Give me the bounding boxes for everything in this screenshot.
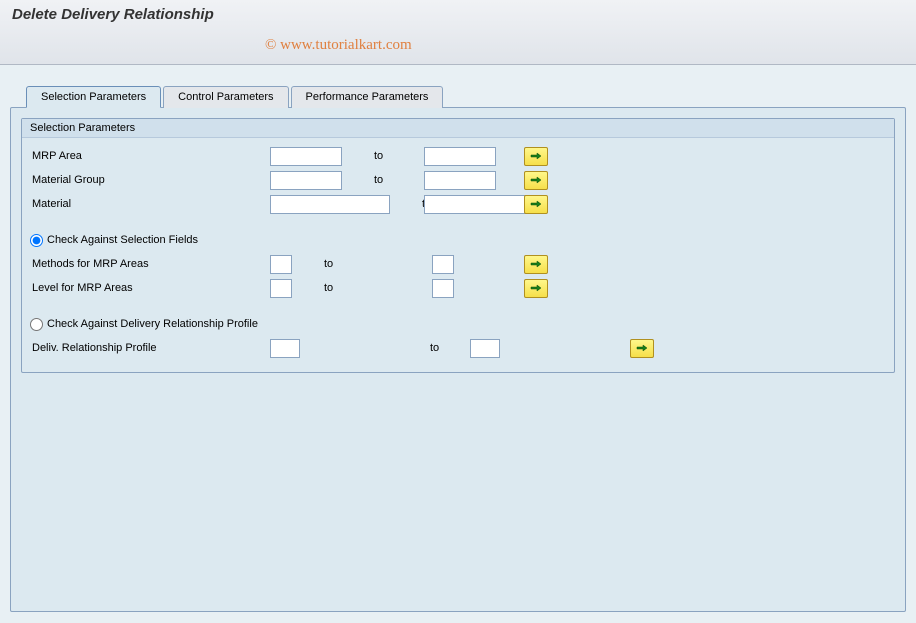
input-material-group-to[interactable]	[424, 171, 496, 190]
multi-select-button[interactable]	[524, 279, 548, 298]
tab-label: Control Parameters	[178, 91, 273, 103]
radio-label: Check Against Selection Fields	[47, 234, 198, 246]
multi-select-button[interactable]	[524, 255, 548, 274]
tab-control-parameters[interactable]: Control Parameters	[163, 86, 288, 108]
radio-check-selection-fields[interactable]: Check Against Selection Fields	[30, 228, 886, 252]
tab-selection-parameters[interactable]: Selection Parameters	[26, 86, 161, 108]
groupbox-body: MRP Area to Material Group to	[22, 138, 894, 372]
page-title: Delete Delivery Relationship	[12, 6, 904, 23]
label-mrp-area: MRP Area	[30, 150, 270, 162]
multi-select-button[interactable]	[524, 195, 548, 214]
radio-delivery-profile-input[interactable]	[30, 318, 43, 331]
multi-select-button[interactable]	[524, 171, 548, 190]
tab-performance-parameters[interactable]: Performance Parameters	[291, 86, 444, 108]
groupbox-selection-parameters: Selection Parameters MRP Area to	[21, 118, 895, 373]
tab-label: Performance Parameters	[306, 91, 429, 103]
tab-page-selection: Selection Parameters MRP Area to	[10, 107, 906, 612]
row-deliv-profile: Deliv. Relationship Profile to	[30, 336, 886, 360]
label-material-group: Material Group	[30, 174, 270, 186]
input-methods-to[interactable]	[432, 255, 454, 274]
multi-select-button[interactable]	[524, 147, 548, 166]
row-material-group: Material Group to	[30, 168, 886, 192]
row-level-mrp: Level for MRP Areas to	[30, 276, 886, 300]
input-methods-from[interactable]	[270, 255, 292, 274]
tab-row: Selection Parameters Control Parameters …	[26, 85, 906, 107]
arrow-right-icon	[530, 283, 542, 293]
label-methods-mrp: Methods for MRP Areas	[30, 258, 270, 270]
tabstrip: Selection Parameters Control Parameters …	[10, 85, 906, 612]
input-profile-from[interactable]	[270, 339, 300, 358]
input-profile-to[interactable]	[470, 339, 500, 358]
content-area: Selection Parameters Control Parameters …	[0, 65, 916, 623]
label-material: Material	[30, 198, 270, 210]
groupbox-title: Selection Parameters	[22, 119, 894, 138]
tab-label: Selection Parameters	[41, 91, 146, 103]
label-to: to	[292, 258, 432, 270]
label-level-mrp: Level for MRP Areas	[30, 282, 270, 294]
row-material: Material to	[30, 192, 886, 216]
label-to: to	[342, 174, 424, 186]
page-header: Delete Delivery Relationship © www.tutor…	[0, 0, 916, 65]
label-to: to	[342, 150, 424, 162]
label-deliv-profile: Deliv. Relationship Profile	[30, 342, 270, 354]
arrow-right-icon	[636, 343, 648, 353]
input-level-to[interactable]	[432, 279, 454, 298]
radio-selection-fields-input[interactable]	[30, 234, 43, 247]
label-to: to	[300, 342, 470, 354]
input-mrp-area-from[interactable]	[270, 147, 342, 166]
radio-label: Check Against Delivery Relationship Prof…	[47, 318, 258, 330]
arrow-right-icon	[530, 175, 542, 185]
input-material-from[interactable]	[270, 195, 390, 214]
row-mrp-area: MRP Area to	[30, 144, 886, 168]
watermark-text: © www.tutorialkart.com	[265, 37, 412, 54]
arrow-right-icon	[530, 199, 542, 209]
label-to: to	[292, 282, 432, 294]
input-material-group-from[interactable]	[270, 171, 342, 190]
input-mrp-area-to[interactable]	[424, 147, 496, 166]
row-methods-mrp: Methods for MRP Areas to	[30, 252, 886, 276]
label-to: to	[390, 198, 424, 210]
multi-select-button[interactable]	[630, 339, 654, 358]
radio-check-delivery-profile[interactable]: Check Against Delivery Relationship Prof…	[30, 312, 886, 336]
input-level-from[interactable]	[270, 279, 292, 298]
arrow-right-icon	[530, 151, 542, 161]
arrow-right-icon	[530, 259, 542, 269]
